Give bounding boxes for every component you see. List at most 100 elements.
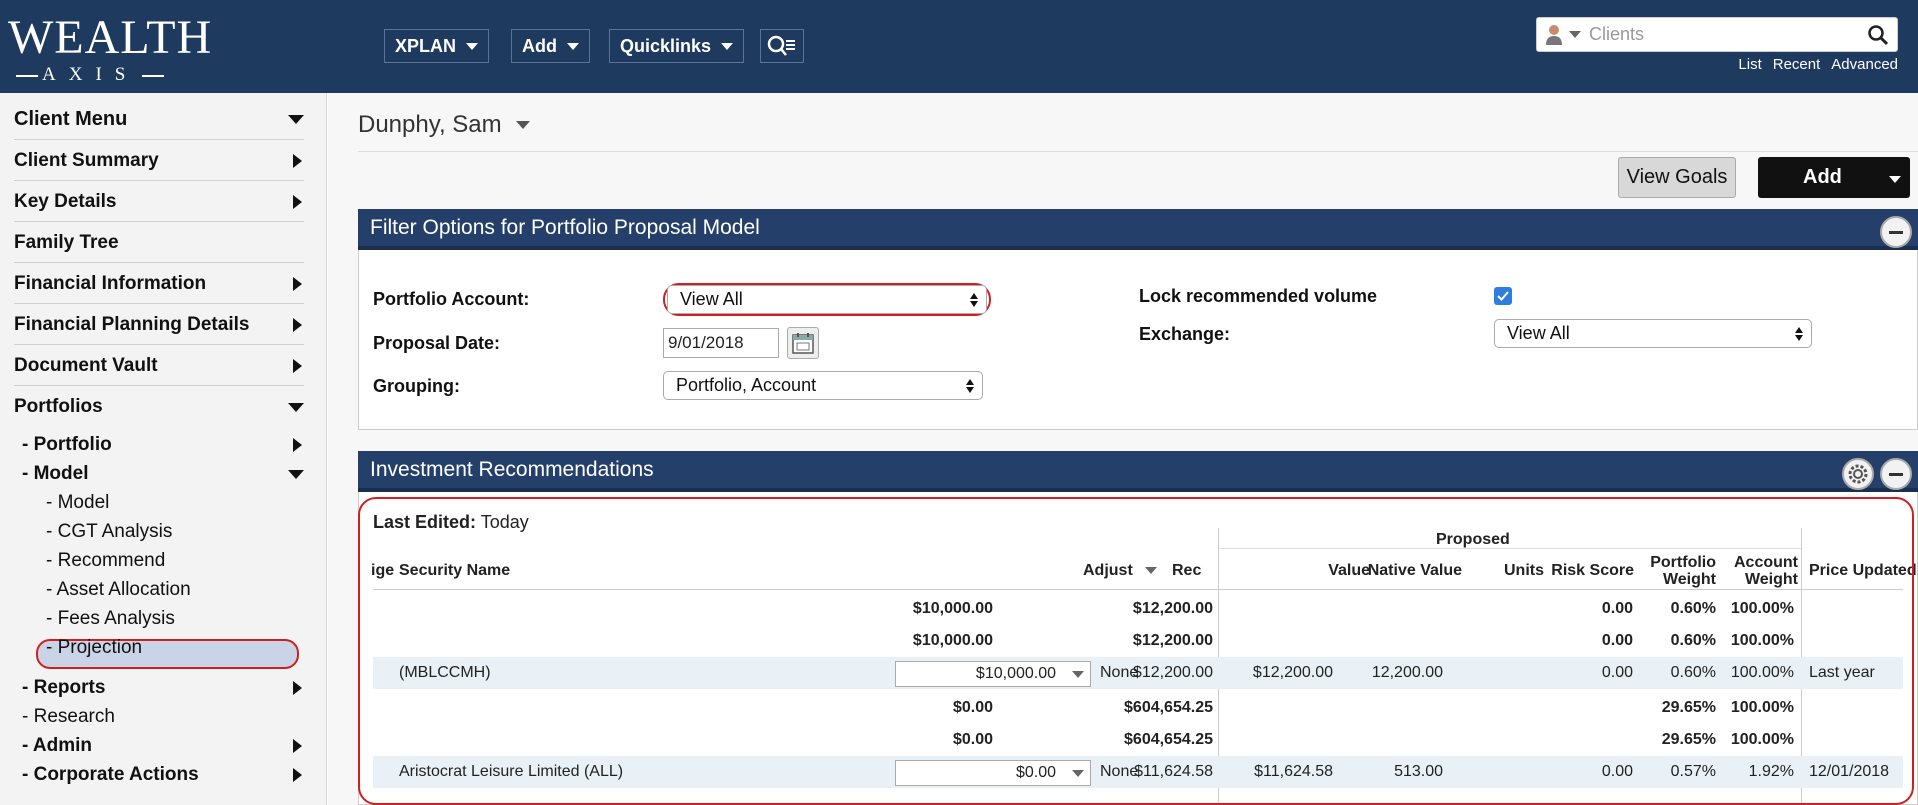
sidebar-item-client-menu[interactable]: Client Menu: [14, 100, 304, 140]
adjust-select[interactable]: $0.00: [895, 760, 1091, 786]
column-header-price-updated[interactable]: Price Updated: [1809, 562, 1917, 579]
column-header-units[interactable]: Units: [1474, 562, 1544, 579]
value: $11,624.58: [1134, 763, 1213, 780]
client-type-dropdown[interactable]: [1537, 24, 1589, 46]
column-header-account-weight[interactable]: Account Weight: [1721, 554, 1798, 588]
chevron-right-icon: [293, 153, 302, 168]
column-header-risk-score[interactable]: Risk Score: [1544, 562, 1634, 579]
divider: [358, 151, 1918, 152]
settings-button[interactable]: [1842, 458, 1874, 490]
search-list-icon: [767, 35, 795, 56]
collapse-filter-button[interactable]: [1880, 216, 1912, 248]
sidebar-item-financial-planning-details[interactable]: Financial Planning Details: [14, 305, 304, 345]
adjust-value: $0.00: [1015, 764, 1056, 781]
column-header-native-value[interactable]: Native Value: [1342, 562, 1462, 579]
column-header-adjust-label: Adjust: [1083, 562, 1133, 579]
sidebar-item-label: - Model: [22, 463, 89, 484]
collapse-investment-button[interactable]: [1880, 458, 1912, 490]
nav-xplan-button[interactable]: XPLAN: [384, 29, 490, 63]
sidebar-item-document-vault[interactable]: Document Vault: [14, 346, 304, 386]
value-total: $12,200.00: [1132, 600, 1213, 617]
adjust-total: $0.00: [952, 731, 993, 748]
account-weight: 100.00%: [1730, 632, 1794, 649]
chevron-down-icon: [567, 42, 579, 50]
nav-add-button[interactable]: Add: [511, 29, 590, 63]
calendar-icon: [792, 333, 814, 354]
exchange-select[interactable]: View All: [1494, 319, 1812, 348]
adjust-total: $10,000.00: [912, 600, 993, 617]
lock-volume-checkbox[interactable]: [1494, 287, 1512, 305]
sidebar-item-reports[interactable]: - Reports: [22, 674, 304, 702]
adjust-select[interactable]: $10,000.00: [895, 661, 1091, 687]
portfolio-account-select[interactable]: View All: [667, 285, 987, 314]
nav-xplan-label: XPLAN: [395, 36, 457, 56]
grouping-select[interactable]: Portfolio, Account: [663, 371, 983, 400]
gear-icon: [1848, 464, 1868, 484]
adjust-total: $0.00: [952, 699, 993, 716]
view-goals-button[interactable]: View Goals: [1618, 157, 1736, 198]
risk-score: 0.00: [1601, 763, 1633, 780]
sidebar-item-model[interactable]: - Model: [46, 489, 109, 517]
client-list-link[interactable]: List: [1738, 56, 1761, 73]
sidebar-item-key-details[interactable]: Key Details: [14, 182, 304, 222]
proposal-date-input[interactable]: 9/01/2018: [663, 328, 779, 358]
sidebar-item-label: Client Menu: [14, 108, 128, 130]
chevron-down-icon: [466, 42, 479, 50]
grouping-label: Grouping:: [373, 376, 460, 396]
client-search-links: List Recent Advanced: [1738, 56, 1898, 73]
last-edited: Last Edited: Today: [373, 512, 529, 533]
filter-panel-title: Filter Options for Portfolio Proposal Mo…: [370, 215, 760, 239]
wealth-axis-logo[interactable]: WEALTH AXIS: [8, 14, 212, 86]
column-header-portfolio-weight[interactable]: Portfolio Weight: [1644, 554, 1716, 588]
sidebar-item-projection[interactable]: - Projection: [46, 634, 142, 662]
table-row: (MBLCCMH) $10,000.00 None $12,200.00 $12…: [373, 657, 1903, 689]
sidebar-item-corporate-actions[interactable]: - Corporate Actions: [22, 761, 304, 789]
table-row: $0.00 $604,654.25 29.65% 100.00%: [373, 692, 1903, 724]
sidebar-item-research[interactable]: - Research: [22, 703, 304, 731]
sidebar-item-model-group[interactable]: - Model: [22, 460, 304, 488]
add-button[interactable]: Add: [1758, 157, 1910, 198]
nav-quicklinks-label: Quicklinks: [620, 36, 712, 56]
sidebar-item-label: - Portfolio: [22, 434, 112, 455]
last-edited-value: Today: [480, 512, 529, 532]
column-header-adjust[interactable]: Adjust: [1083, 562, 1158, 579]
account-weight: 100.00%: [1730, 600, 1794, 617]
column-header-line: Weight: [1744, 571, 1798, 588]
column-header-rec[interactable]: Rec: [1172, 562, 1201, 579]
client-recent-link[interactable]: Recent: [1773, 56, 1821, 73]
client-advanced-link[interactable]: Advanced: [1831, 56, 1898, 73]
nav-quicklinks-button[interactable]: Quicklinks: [609, 29, 745, 63]
client-name-dropdown[interactable]: Dunphy, Sam: [358, 111, 530, 139]
lock-volume-label: Lock recommended volume: [1139, 286, 1378, 306]
chevron-right-icon: [293, 739, 302, 753]
quick-search-button[interactable]: [760, 29, 804, 63]
table-row: $0.00 $604,654.25 29.65% 100.00%: [373, 724, 1903, 756]
sidebar-item-asset-allocation[interactable]: - Asset Allocation: [46, 576, 191, 604]
sidebar-item-financial-information[interactable]: Financial Information: [14, 264, 304, 304]
chevron-right-icon: [293, 276, 302, 291]
sidebar-item-recommend[interactable]: - Recommend: [46, 547, 165, 575]
client-search-input[interactable]: [1589, 24, 1839, 45]
sidebar-item-cgt-analysis[interactable]: - CGT Analysis: [46, 518, 172, 546]
sidebar-item-label: - Admin: [22, 735, 93, 756]
value-total: $604,654.25: [1124, 699, 1213, 716]
column-header-ge[interactable]: ige: [371, 562, 394, 579]
portfolio-weight: 0.60%: [1670, 600, 1716, 617]
security-name: Aristocrat Leisure Limited (ALL): [399, 763, 624, 780]
sidebar-item-portfolio[interactable]: - Portfolio: [22, 431, 304, 459]
column-header-security-name[interactable]: Security Name: [399, 562, 510, 579]
portfolio-weight: 0.57%: [1670, 763, 1716, 780]
sidebar-item-fees-analysis[interactable]: - Fees Analysis: [46, 605, 175, 633]
sidebar-item-label: Portfolios: [14, 396, 103, 417]
select-arrows-icon: [1795, 327, 1803, 341]
sidebar-item-portfolios[interactable]: Portfolios: [14, 387, 304, 427]
person-icon: [1546, 24, 1562, 45]
investment-panel-title: Investment Recommendations: [370, 457, 654, 481]
units: 12,200.00: [1371, 664, 1443, 681]
search-icon[interactable]: [1867, 24, 1889, 46]
calendar-button[interactable]: [787, 327, 819, 359]
sidebar-item-family-tree[interactable]: Family Tree: [14, 223, 304, 263]
sidebar-item-admin[interactable]: - Admin: [22, 732, 304, 760]
sidebar-item-client-summary[interactable]: Client Summary: [14, 141, 304, 181]
price-updated: Last year: [1809, 664, 1875, 681]
